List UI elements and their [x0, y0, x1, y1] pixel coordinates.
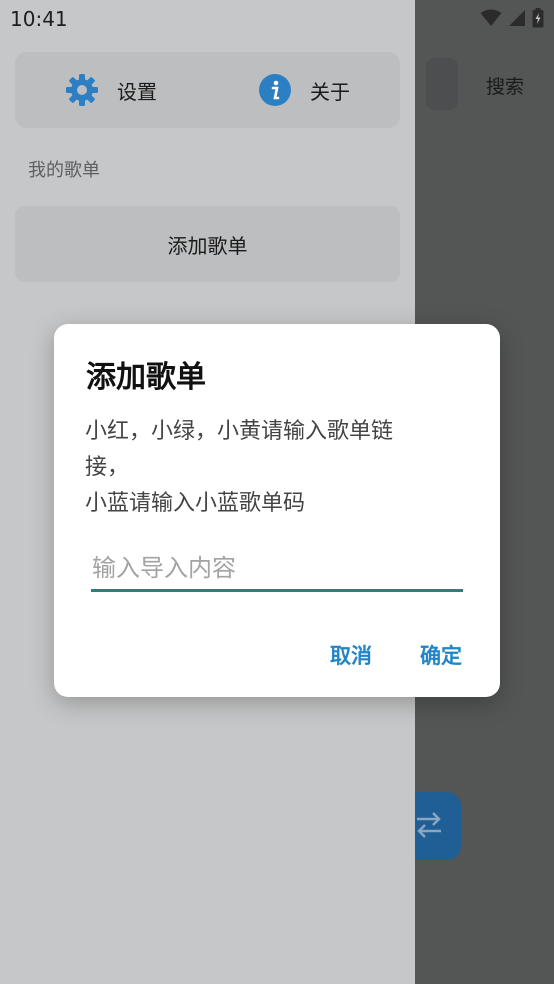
my-playlists-heading: 我的歌单	[28, 160, 100, 181]
status-bar: 10:41	[0, 0, 554, 38]
cancel-button[interactable]: 取消	[330, 640, 372, 670]
swap-arrows-icon	[417, 812, 441, 838]
settings-button[interactable]: 设置	[65, 70, 157, 110]
search-box[interactable]	[426, 58, 458, 110]
add-playlist-dialog: 添加歌单 小红，小绿，小黄请输入歌单链 接， 小蓝请输入小蓝歌单码 取消 确定	[54, 324, 500, 697]
dialog-message: 小红，小绿，小黄请输入歌单链 接， 小蓝请输入小蓝歌单码	[85, 414, 445, 522]
about-label: 关于	[310, 79, 350, 104]
dialog-title: 添加歌单	[86, 360, 206, 395]
status-time: 10:41	[10, 7, 68, 31]
settings-label: 设置	[117, 79, 157, 104]
status-icons	[480, 8, 544, 28]
dialog-message-line: 小蓝请输入小蓝歌单码	[85, 491, 306, 516]
import-content-input[interactable]	[91, 550, 463, 592]
wifi-icon	[480, 9, 502, 26]
confirm-button[interactable]: 确定	[420, 640, 462, 670]
info-icon	[259, 74, 291, 106]
drawer-header-card: 设置 关于	[15, 52, 400, 128]
dialog-message-line: 接，	[85, 455, 130, 480]
gear-icon	[66, 74, 98, 106]
about-button[interactable]: 关于	[258, 70, 350, 110]
dialog-actions: 取消 确定	[330, 640, 462, 670]
cellular-signal-icon	[509, 10, 525, 26]
add-playlist-button[interactable]: 添加歌单	[15, 206, 400, 282]
dialog-message-line: 小红，小绿，小黄请输入歌单链	[85, 419, 394, 444]
search-button[interactable]: 搜索	[486, 72, 524, 99]
battery-icon	[532, 8, 544, 28]
